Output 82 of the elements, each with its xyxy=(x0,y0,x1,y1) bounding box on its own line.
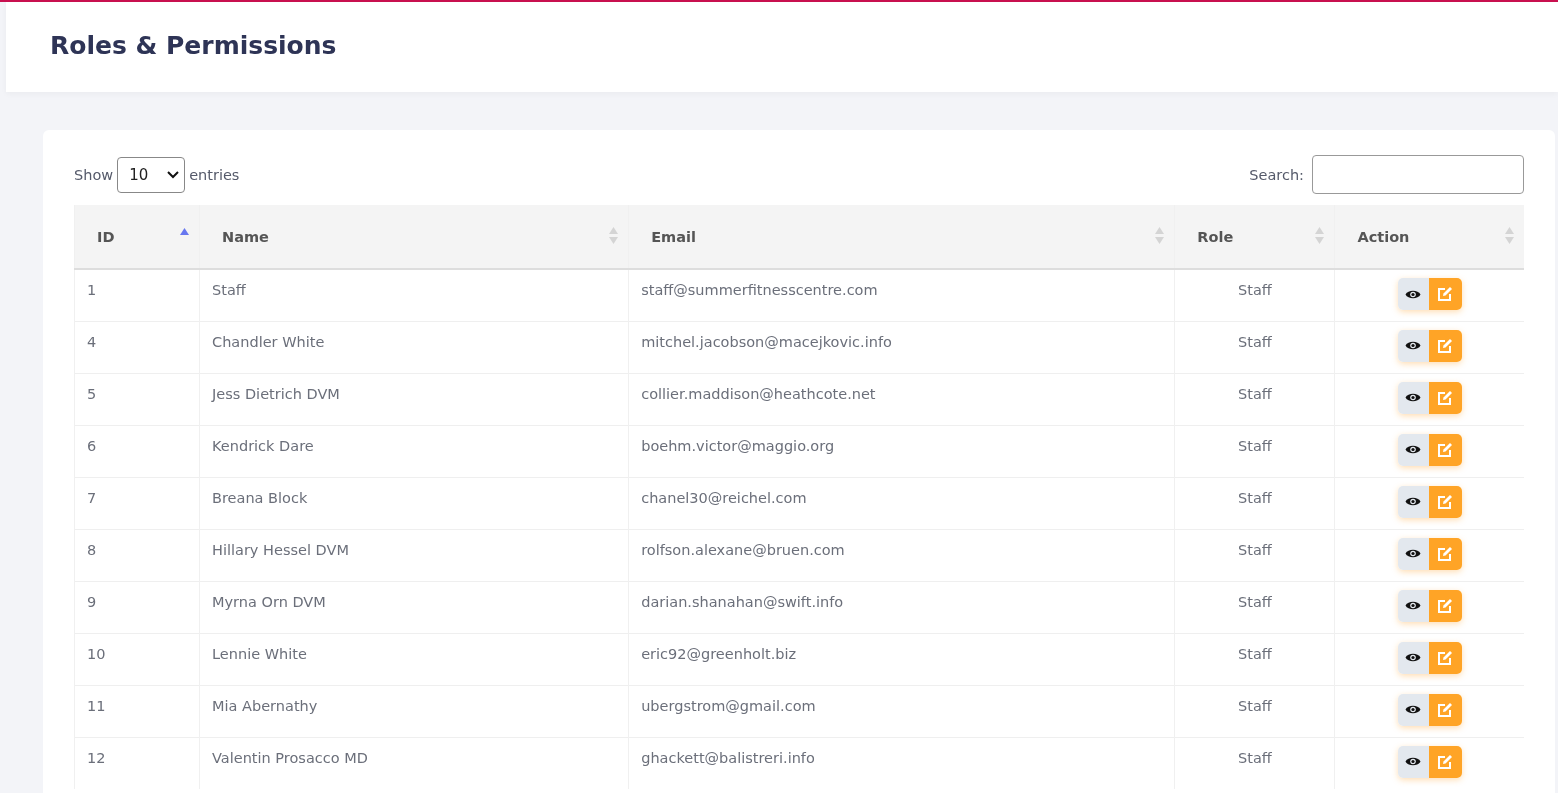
table-cell: rolfson.alexane@bruen.com xyxy=(628,529,1175,581)
edit-icon xyxy=(1437,649,1454,666)
table-cell: Staff xyxy=(1174,425,1335,477)
table-cell: staff@summerfitnesscentre.com xyxy=(628,269,1175,321)
view-button[interactable] xyxy=(1397,641,1429,674)
table-cell: 4 xyxy=(74,321,200,373)
table-cell: 12 xyxy=(74,737,200,789)
table-cell: Staff xyxy=(1174,269,1335,321)
table-cell: eric92@greenholt.biz xyxy=(628,633,1175,685)
table-cell: Staff xyxy=(1174,477,1335,529)
edit-icon xyxy=(1437,389,1454,406)
table-cell: Myrna Orn DVM xyxy=(199,581,629,633)
view-button[interactable] xyxy=(1397,537,1429,570)
table-cell: Kendrick Dare xyxy=(199,425,629,477)
table-cell: Staff xyxy=(1174,321,1335,373)
eye-icon xyxy=(1405,652,1422,663)
entries-select[interactable]: 10 xyxy=(117,156,186,193)
eye-icon xyxy=(1405,704,1422,715)
search-label: Search: xyxy=(1249,166,1304,183)
table-cell: ubergstrom@gmail.com xyxy=(628,685,1175,737)
edit-icon xyxy=(1437,286,1454,302)
table-cell: 10 xyxy=(74,633,200,685)
view-button[interactable] xyxy=(1397,589,1429,622)
view-button[interactable] xyxy=(1397,485,1429,518)
view-button[interactable] xyxy=(1397,381,1429,414)
edit-icon xyxy=(1437,597,1454,614)
column-header[interactable]: ID xyxy=(74,205,200,269)
table-cell: Hillary Hessel DVM xyxy=(199,529,629,581)
table-cell: 6 xyxy=(74,425,200,477)
table-cell: chanel30@reichel.com xyxy=(628,477,1175,529)
table-cell: Staff xyxy=(1174,373,1335,425)
entries-label: entries xyxy=(189,166,240,183)
show-label: Show xyxy=(74,166,114,183)
eye-icon xyxy=(1405,548,1422,559)
table-cell: Valentin Prosacco MD xyxy=(199,737,629,789)
view-button[interactable] xyxy=(1397,745,1429,778)
chevron-down-icon xyxy=(167,170,180,179)
eye-icon xyxy=(1405,288,1422,300)
eye-icon xyxy=(1405,756,1422,767)
table-cell: 8 xyxy=(74,529,200,581)
column-header[interactable]: Name xyxy=(199,205,629,269)
eye-icon xyxy=(1405,600,1422,611)
view-button[interactable] xyxy=(1397,278,1429,310)
eye-icon xyxy=(1405,444,1422,455)
edit-icon xyxy=(1437,545,1454,562)
column-header[interactable]: Action xyxy=(1334,205,1524,269)
edit-icon xyxy=(1437,441,1454,458)
view-button[interactable] xyxy=(1397,329,1429,362)
edit-icon xyxy=(1437,493,1454,510)
column-header[interactable]: Role xyxy=(1174,205,1335,269)
table-cell: 1 xyxy=(74,269,200,321)
edit-icon xyxy=(1437,337,1454,354)
table-cell: 7 xyxy=(74,477,200,529)
table-cell: ghackett@balistreri.info xyxy=(628,737,1175,789)
table-cell: Staff xyxy=(1174,685,1335,737)
table-cell: collier.maddison@heathcote.net xyxy=(628,373,1175,425)
eye-icon xyxy=(1405,496,1422,507)
table-cell: Breana Block xyxy=(199,477,629,529)
table-cell: Lennie White xyxy=(199,633,629,685)
table-cell: Staff xyxy=(199,269,629,321)
view-button[interactable] xyxy=(1397,693,1429,726)
table-cell: Mia Abernathy xyxy=(199,685,629,737)
table-cell: 5 xyxy=(74,373,200,425)
table-cell: Staff xyxy=(1174,633,1335,685)
table-cell: boehm.victor@maggio.org xyxy=(628,425,1175,477)
search-field[interactable] xyxy=(1312,155,1524,194)
edit-icon xyxy=(1437,701,1454,718)
column-header[interactable]: Email xyxy=(628,205,1175,269)
table-cell: 11 xyxy=(74,685,200,737)
view-button[interactable] xyxy=(1397,433,1429,466)
page-title: Roles & Permissions xyxy=(50,30,337,60)
table-cell: 9 xyxy=(74,581,200,633)
eye-icon xyxy=(1405,392,1422,403)
table-cell: Staff xyxy=(1174,581,1335,633)
edit-icon xyxy=(1437,753,1454,770)
table-cell: Jess Dietrich DVM xyxy=(199,373,629,425)
eye-icon xyxy=(1405,340,1422,351)
table-cell: darian.shanahan@swift.info xyxy=(628,581,1175,633)
table-cell: Staff xyxy=(1174,529,1335,581)
table-cell: Staff xyxy=(1174,737,1335,789)
table-cell: mitchel.jacobson@macejkovic.info xyxy=(628,321,1175,373)
table-cell: Chandler White xyxy=(199,321,629,373)
